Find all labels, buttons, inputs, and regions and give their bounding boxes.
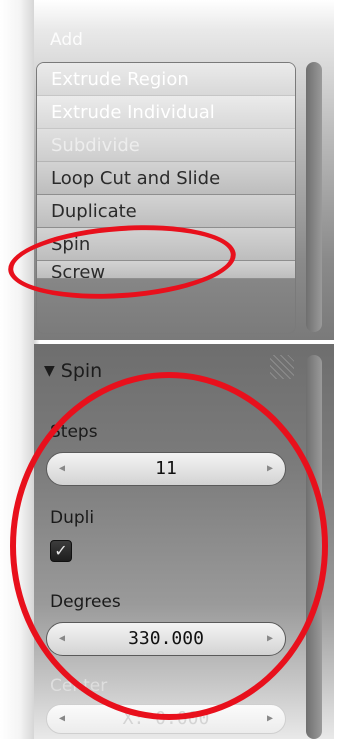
- collapse-triangle-icon: ▼: [44, 363, 55, 379]
- operator-panel-header[interactable]: ▼ Spin: [44, 360, 102, 382]
- annotation-ring-spin-settings: [10, 372, 328, 720]
- tool-duplicate-button[interactable]: Duplicate: [37, 195, 295, 228]
- operator-title: Spin: [60, 360, 103, 382]
- tool-list-scrollbar[interactable]: [306, 62, 322, 332]
- decrement-arrow-icon[interactable]: ◀: [59, 705, 65, 733]
- section-label-add: Add: [50, 30, 83, 50]
- tool-subdivide-button[interactable]: Subdivide: [37, 129, 295, 162]
- panel-grip-icon[interactable]: [270, 355, 294, 379]
- tool-extrude-individual-button[interactable]: Extrude Individual: [37, 96, 295, 129]
- increment-arrow-icon[interactable]: ▶: [267, 705, 273, 733]
- tool-loop-cut-button[interactable]: Loop Cut and Slide: [37, 162, 295, 195]
- tool-extrude-region-button[interactable]: Extrude Region: [37, 63, 295, 96]
